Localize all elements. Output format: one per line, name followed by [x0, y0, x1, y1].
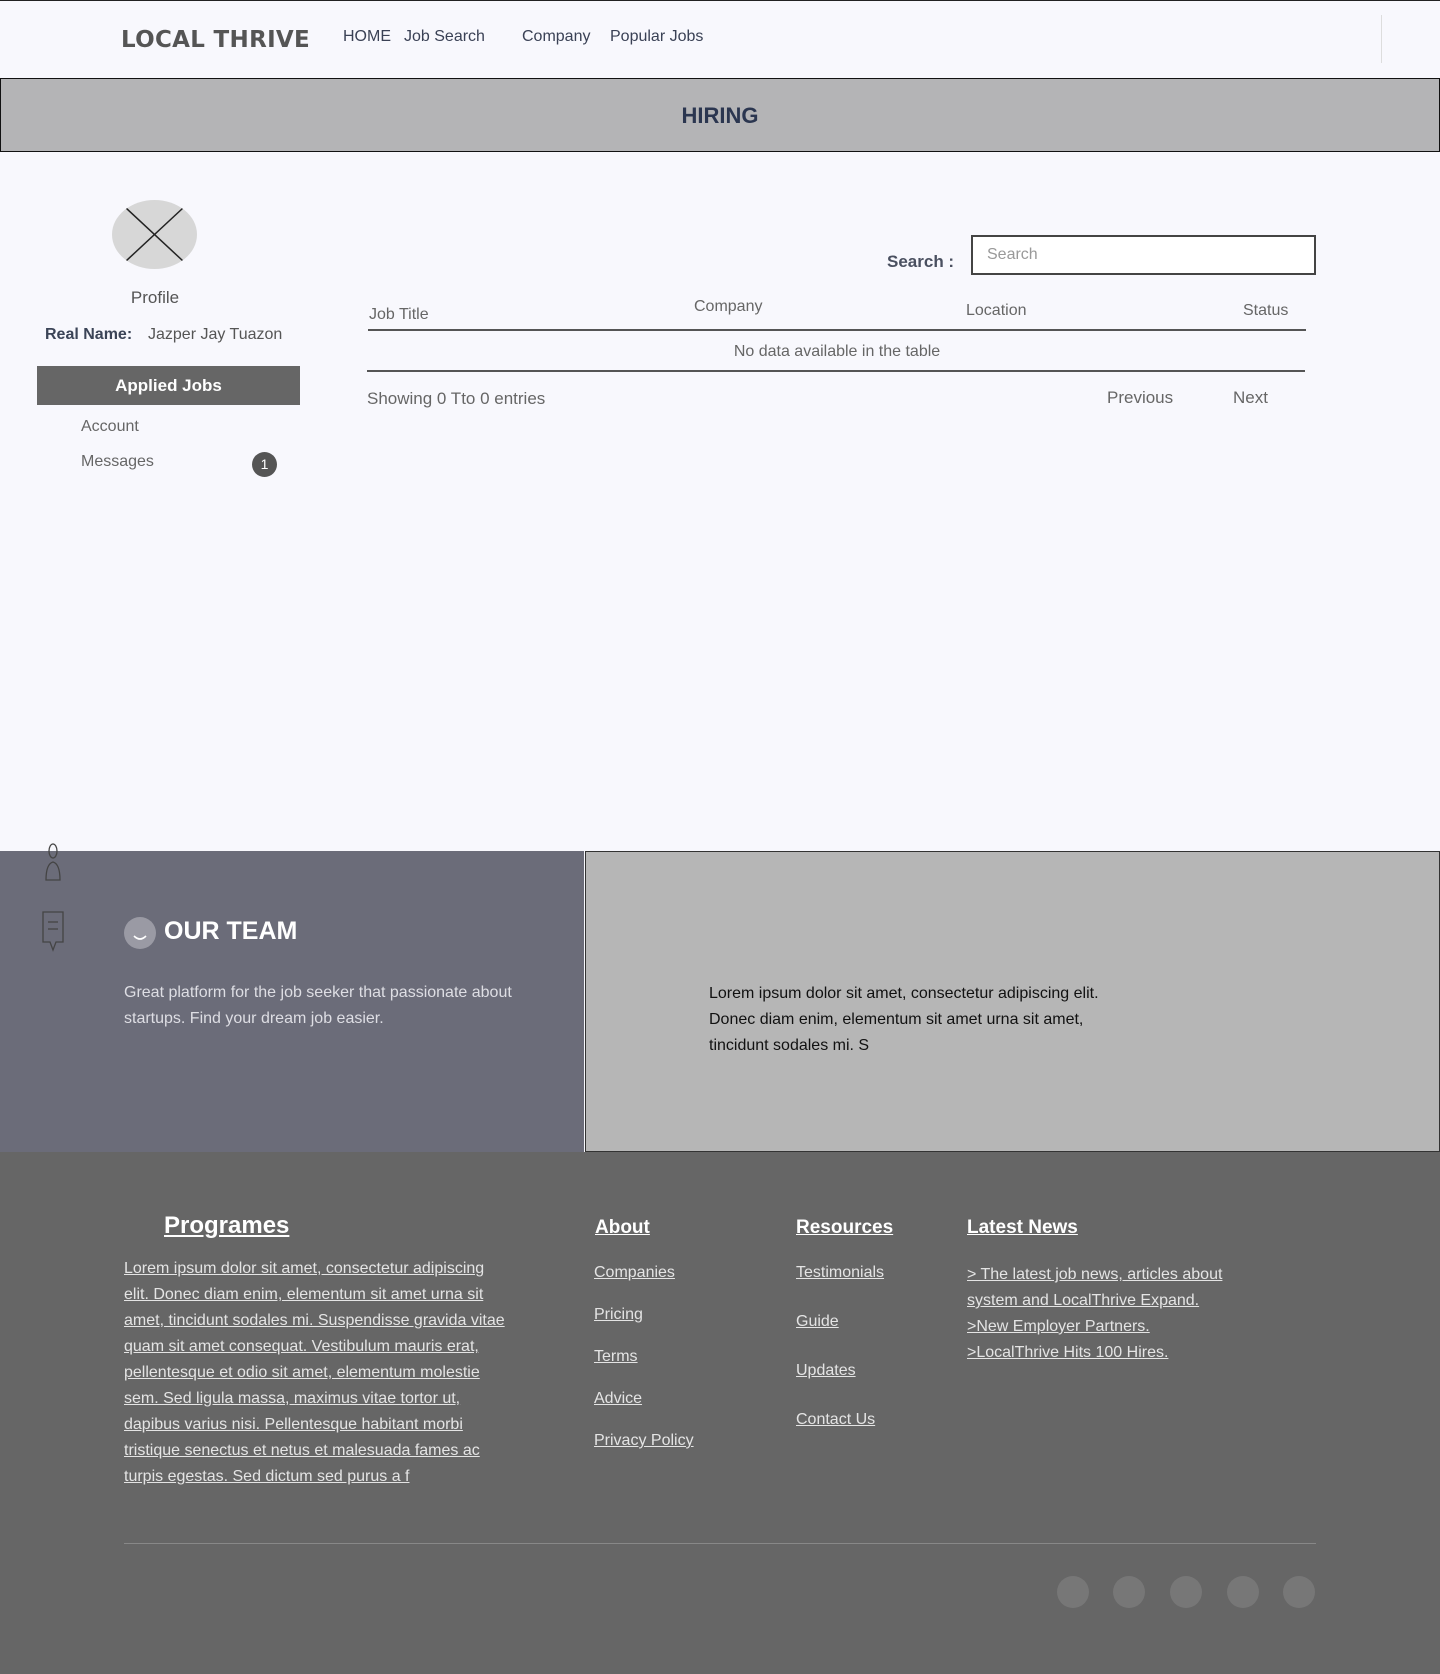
footer-link-updates[interactable]: Updates	[796, 1362, 856, 1380]
nav-home[interactable]: HOME	[343, 28, 391, 46]
hiring-banner: HIRING	[0, 78, 1440, 152]
news-item[interactable]: >New Employer Partners.	[967, 1314, 1267, 1340]
social-icon[interactable]	[1113, 1576, 1145, 1608]
social-icon[interactable]	[1170, 1576, 1202, 1608]
search-input[interactable]	[971, 235, 1316, 275]
news-item[interactable]: > The latest job news, articles about sy…	[967, 1262, 1267, 1314]
nav-popular-jobs[interactable]: Popular Jobs	[610, 28, 703, 46]
column-header-location[interactable]: Location	[966, 302, 1027, 320]
footer-link-terms[interactable]: Terms	[594, 1348, 638, 1366]
footer-divider	[124, 1543, 1316, 1544]
nav-job-search[interactable]: Job Search	[404, 28, 485, 46]
table-header-divider	[368, 329, 1306, 331]
next-page-button[interactable]: Next	[1233, 388, 1268, 408]
footer-link-testimonials[interactable]: Testimonials	[796, 1264, 884, 1282]
hiring-title: HIRING	[681, 103, 759, 128]
applied-jobs-button[interactable]: Applied Jobs	[37, 366, 300, 405]
nav-divider	[1381, 15, 1382, 63]
table-bottom-divider	[367, 370, 1305, 372]
chat-icon[interactable]	[41, 910, 65, 956]
news-item[interactable]: >LocalThrive Hits 100 Hires.	[967, 1340, 1267, 1366]
team-icon	[124, 917, 156, 949]
previous-page-button[interactable]: Previous	[1107, 388, 1173, 408]
column-header-company[interactable]: Company	[694, 298, 762, 316]
search-label: Search :	[887, 252, 955, 271]
footer-link-advice[interactable]: Advice	[594, 1390, 642, 1408]
table-empty-message: No data available in the table	[733, 343, 941, 360]
footer-link-pricing[interactable]: Pricing	[594, 1306, 643, 1324]
footer-news-title[interactable]: Latest News	[967, 1217, 1078, 1239]
top-nav: LOCAL THRIVE HOME Job Search Company Pop…	[0, 0, 1440, 78]
brand-logo[interactable]: LOCAL THRIVE	[121, 27, 310, 53]
real-name-value: Jazper Jay Tuazon	[148, 326, 283, 343]
sidebar-item-messages[interactable]: Messages	[81, 453, 154, 471]
profile-label: Profile	[130, 288, 180, 307]
footer-link-guide[interactable]: Guide	[796, 1313, 839, 1331]
nav-company[interactable]: Company	[522, 28, 590, 46]
avatar-placeholder-icon[interactable]	[112, 200, 197, 269]
location-pin-icon[interactable]	[43, 842, 63, 886]
column-header-job-title[interactable]: Job Title	[369, 306, 429, 324]
team-lorem-text: Lorem ipsum dolor sit amet, consectetur …	[709, 985, 1099, 1054]
column-header-status[interactable]: Status	[1243, 302, 1288, 320]
footer-link-privacy-policy[interactable]: Privacy Policy	[594, 1432, 694, 1450]
real-name-label: Real Name:	[45, 326, 133, 343]
team-title: OUR TEAM	[164, 917, 298, 945]
social-icon[interactable]	[1227, 1576, 1259, 1608]
footer-programes-text[interactable]: Lorem ipsum dolor sit amet, consectetur …	[124, 1256, 509, 1490]
footer-news-list: > The latest job news, articles about sy…	[967, 1262, 1267, 1366]
footer-resources-title[interactable]: Resources	[796, 1217, 893, 1239]
team-description: Great platform for the job seeker that p…	[124, 984, 512, 1027]
footer-link-contact-us[interactable]: Contact Us	[796, 1411, 875, 1429]
footer-link-companies[interactable]: Companies	[594, 1264, 675, 1282]
footer-about-title[interactable]: About	[595, 1217, 650, 1239]
messages-count-badge: 1	[252, 452, 277, 477]
social-icon[interactable]	[1057, 1576, 1089, 1608]
sidebar-item-account[interactable]: Account	[81, 418, 139, 436]
footer-programes-title[interactable]: Programes	[164, 1212, 289, 1240]
social-icon[interactable]	[1283, 1576, 1315, 1608]
entries-count: Showing 0 Tto 0 entries	[367, 389, 546, 408]
